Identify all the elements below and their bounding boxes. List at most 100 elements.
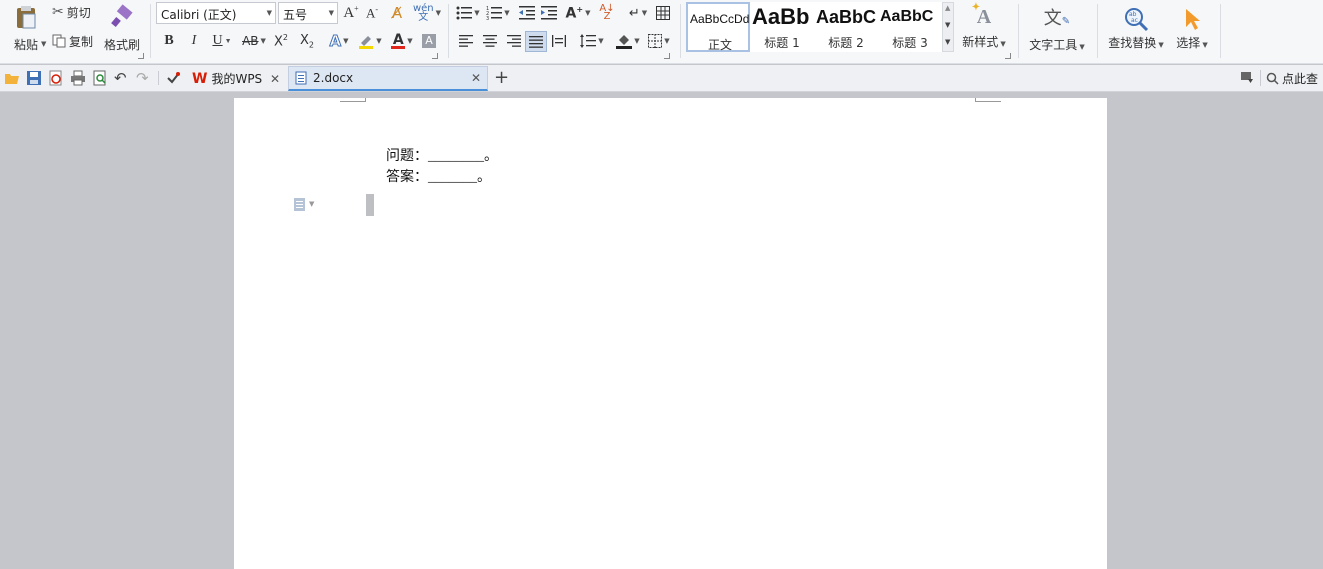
save-icon[interactable] — [26, 70, 42, 86]
tab-document[interactable]: 2.docx ✕ — [288, 66, 488, 91]
undo-icon[interactable]: ↶ — [114, 70, 130, 86]
font-size-select[interactable]: 五号 ▼ — [278, 2, 338, 24]
underline-button[interactable]: U ▼ — [208, 32, 236, 50]
line-spacing-icon — [580, 34, 597, 48]
select-button[interactable]: 选择 ▼ — [1172, 2, 1212, 54]
font-dialog-launcher[interactable] — [432, 53, 438, 59]
subscript-icon: X2 — [300, 32, 314, 50]
ribbon: 粘贴 ▼ ✂ 剪切 复制 格式刷 Calibri (正文) ▼ 五号 ▼ A+ A- … — [0, 0, 1323, 64]
text-tools-icon: 文✎ — [1043, 7, 1071, 29]
brush-icon — [111, 3, 133, 27]
tab-mywps[interactable]: W 我的WPS ✕ — [186, 66, 286, 91]
font-family-value: Calibri (正文) — [161, 8, 237, 22]
phonetic-guide-button[interactable]: wén 文 ▼ — [412, 3, 442, 23]
increase-indent-button[interactable] — [540, 4, 558, 22]
new-tab-icon[interactable]: + — [494, 67, 509, 88]
align-left-button[interactable] — [457, 32, 475, 50]
justify-icon — [529, 35, 543, 48]
print-preview-icon[interactable] — [92, 70, 108, 86]
bold-button[interactable]: B — [160, 32, 178, 50]
bullet-list-icon — [456, 6, 473, 20]
distribute-button[interactable] — [550, 32, 568, 50]
paste-button[interactable]: 粘贴 ▼ — [6, 2, 46, 54]
bullets-button[interactable]: ▼ — [454, 4, 482, 22]
font-family-select[interactable]: Calibri (正文) ▼ — [156, 2, 276, 24]
table-grid-icon — [656, 6, 670, 20]
document-page[interactable]: 问题：________。 答案：_______。 — [234, 98, 1107, 569]
text-cursor — [366, 194, 374, 216]
style-heading-3-name: 标题 3 — [892, 36, 928, 50]
redo-icon[interactable]: ↷ — [136, 70, 152, 86]
text-effect-button[interactable]: A ▼ — [326, 32, 352, 51]
table-button[interactable] — [654, 4, 672, 22]
line-spacing-button[interactable]: ▼ — [578, 32, 606, 50]
text-effect-icon: A — [329, 32, 342, 51]
cut-button[interactable]: ✂ 剪切 — [52, 3, 91, 21]
superscript-button[interactable]: X2 — [272, 32, 290, 50]
style-normal[interactable]: AaBbCcDd 正文 — [686, 2, 750, 52]
strikethrough-button[interactable]: AB ▼ — [240, 32, 268, 50]
grow-font-button[interactable]: A+ — [342, 3, 360, 23]
char-shading-button[interactable]: A — [420, 32, 438, 50]
clipboard-dialog-launcher[interactable] — [138, 53, 144, 59]
paragraph-dialog-launcher[interactable] — [664, 53, 670, 59]
styles-scrollbar[interactable]: ▲ ▼ ▼ — [942, 2, 954, 52]
borders-button[interactable]: ▼ — [646, 32, 672, 50]
styles-dialog-launcher[interactable] — [1005, 53, 1011, 59]
paste-label: 粘贴 — [13, 37, 38, 52]
open-folder-icon[interactable] — [4, 70, 20, 86]
sort-button[interactable]: A↓ Z — [598, 4, 616, 22]
highlight-button[interactable]: ▼ — [356, 32, 384, 50]
print-icon[interactable] — [70, 70, 86, 86]
italic-button[interactable]: I — [185, 32, 203, 50]
scissors-icon: ✂ — [52, 4, 64, 20]
align-center-button[interactable] — [481, 32, 499, 50]
style-heading-3[interactable]: AaBbC 标题 3 — [878, 2, 942, 52]
style-heading-2[interactable]: AaBbC 标题 2 — [814, 2, 878, 52]
gallery-more-icon[interactable]: ▼ — [945, 38, 950, 46]
document-canvas[interactable]: 问题：________。 答案：_______。 ▼ — [0, 92, 1323, 569]
style-heading-2-sample: AaBbC — [816, 7, 876, 27]
show-marks-button[interactable]: ↵ ▼ — [624, 4, 652, 22]
tab-document-close-icon[interactable]: ✕ — [471, 71, 481, 85]
paint-bucket-icon — [616, 35, 633, 49]
paste-options-button[interactable]: ▼ — [293, 196, 314, 212]
new-style-button[interactable]: A ✦ 新样式 ▼ — [958, 2, 1010, 54]
clear-format-button[interactable]: A̸ — [387, 3, 407, 23]
tab-document-label: 2.docx — [313, 71, 354, 85]
font-color-button[interactable]: A ▼ — [388, 32, 416, 50]
style-normal-sample: AaBbCcDd — [690, 12, 750, 26]
align-right-button[interactable] — [505, 32, 523, 50]
find-replace-button[interactable]: ab ac 查找替换 ▼ — [1104, 2, 1168, 54]
shrink-font-button[interactable]: A- — [363, 3, 381, 23]
select-label: 选择 — [1176, 35, 1201, 50]
decrease-indent-button[interactable] — [518, 4, 536, 22]
paste-options-caret-icon: ▼ — [309, 200, 315, 208]
phonetic-icon: wén 文 — [412, 3, 434, 23]
customize-quick-access-icon[interactable] — [166, 70, 182, 86]
answer-line[interactable]: 答案：_______。 — [365, 150, 491, 202]
collapse-ribbon-icon[interactable] — [1240, 70, 1254, 87]
copy-button[interactable]: 复制 — [52, 32, 93, 50]
scroll-down-icon[interactable]: ▼ — [945, 21, 950, 29]
justify-button[interactable] — [525, 31, 547, 52]
text-tools-button[interactable]: 文✎ 文字工具 ▼ — [1026, 2, 1088, 54]
svg-text:3: 3 — [486, 16, 489, 20]
tab-mywps-close-icon[interactable]: ✕ — [270, 72, 280, 86]
change-case-icon: A+ — [565, 4, 584, 22]
search-box[interactable]: 点此查 — [1266, 69, 1323, 87]
style-heading-1-name: 标题 1 — [764, 36, 800, 50]
scroll-up-icon[interactable]: ▲ — [945, 4, 950, 12]
find-replace-label: 查找替换 — [1108, 35, 1157, 50]
style-heading-1[interactable]: AaBb 标题 1 — [750, 2, 814, 52]
numbering-button[interactable]: 1 2 3 ▼ — [484, 4, 512, 22]
change-case-button[interactable]: A+ ▼ — [564, 4, 592, 22]
format-painter-button[interactable]: 格式刷 — [102, 2, 142, 54]
export-pdf-icon[interactable] — [48, 70, 64, 86]
magnifier-icon: abac — [1125, 7, 1149, 31]
paragraph-shading-button[interactable]: ▼ — [614, 32, 642, 50]
italic-icon: I — [191, 33, 197, 48]
font-color-icon: A — [391, 31, 406, 49]
answer-end: 。 — [477, 170, 491, 185]
subscript-button[interactable]: X2 — [298, 32, 316, 50]
